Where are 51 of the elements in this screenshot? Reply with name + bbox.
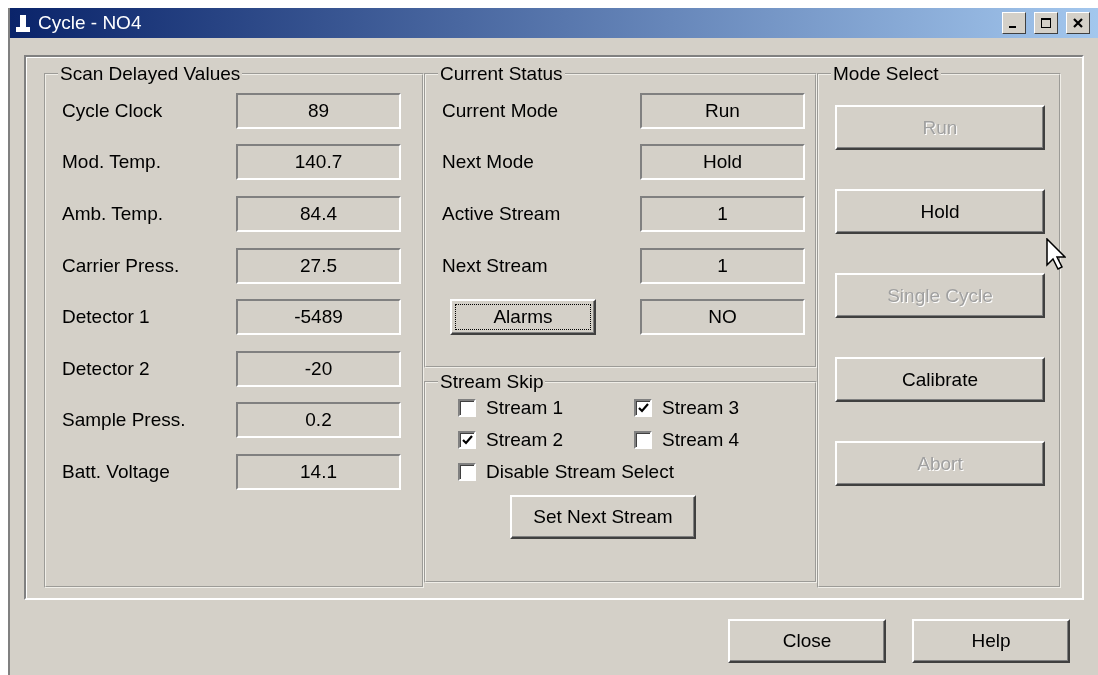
alarms-button[interactable]: Alarms: [450, 299, 596, 336]
field-label: Current Mode: [442, 99, 560, 122]
field-label: Amb. Temp.: [62, 203, 165, 225]
checkbox[interactable]: Stream 4: [634, 429, 804, 451]
field-label: Active Stream: [442, 203, 562, 225]
group-title: Scan Delayed Values: [59, 63, 242, 85]
field-label: Cycle Clock: [62, 99, 164, 122]
field-label: Carrier Press.: [62, 254, 181, 277]
check-icon: [637, 402, 649, 414]
checkbox[interactable]: Disable Stream Select: [458, 461, 804, 483]
field-label: Next Stream: [442, 254, 549, 277]
app-icon: [14, 13, 32, 33]
close-button[interactable]: [1066, 12, 1090, 34]
group-title: Stream Skip: [439, 371, 545, 393]
mode-button[interactable]: Calibrate: [835, 357, 1045, 402]
minimize-icon: [1009, 26, 1016, 28]
value-field: Hold: [640, 144, 805, 181]
value-field: 14.1: [236, 453, 401, 490]
field-label: Batt. Voltage: [62, 460, 171, 483]
value-field: 0.2: [236, 402, 401, 439]
field-label: Sample Press.: [62, 409, 187, 432]
field-label: Detector 2: [62, 357, 151, 380]
field-label: Detector 1: [62, 306, 151, 329]
field-label: Next Mode: [442, 151, 535, 174]
value-field: 89: [236, 92, 401, 129]
dialog-button[interactable]: Help: [912, 619, 1070, 663]
value-field: 84.4: [236, 196, 401, 232]
window-title: Cycle - NO4: [38, 12, 142, 34]
value-field: 140.7: [236, 144, 401, 181]
value-field: 1: [640, 196, 805, 232]
value-field: 27.5: [236, 247, 401, 284]
value-field: Run: [640, 92, 805, 129]
checkbox[interactable]: Stream 1: [458, 397, 634, 419]
cursor-icon: [1046, 238, 1066, 270]
checkbox[interactable]: Stream 3: [634, 397, 804, 419]
minimize-button[interactable]: [1002, 12, 1026, 34]
close-icon: [1072, 17, 1084, 29]
dialog-button[interactable]: Close: [728, 619, 886, 663]
group-title: Current Status: [439, 63, 564, 85]
value-field: -20: [236, 350, 401, 387]
check-icon: [461, 434, 473, 446]
value-field: 1: [640, 247, 805, 284]
maximize-button[interactable]: [1034, 12, 1058, 34]
field-label: Mod. Temp.: [62, 151, 162, 174]
checkbox[interactable]: Stream 2: [458, 429, 634, 451]
set-next-stream-button[interactable]: Set Next Stream: [510, 495, 696, 539]
mode-button[interactable]: Hold: [835, 189, 1045, 234]
value-field: NO: [640, 299, 805, 336]
group-title: Mode Select: [832, 63, 940, 85]
maximize-icon: [1040, 17, 1052, 29]
value-field: -5489: [236, 299, 401, 336]
